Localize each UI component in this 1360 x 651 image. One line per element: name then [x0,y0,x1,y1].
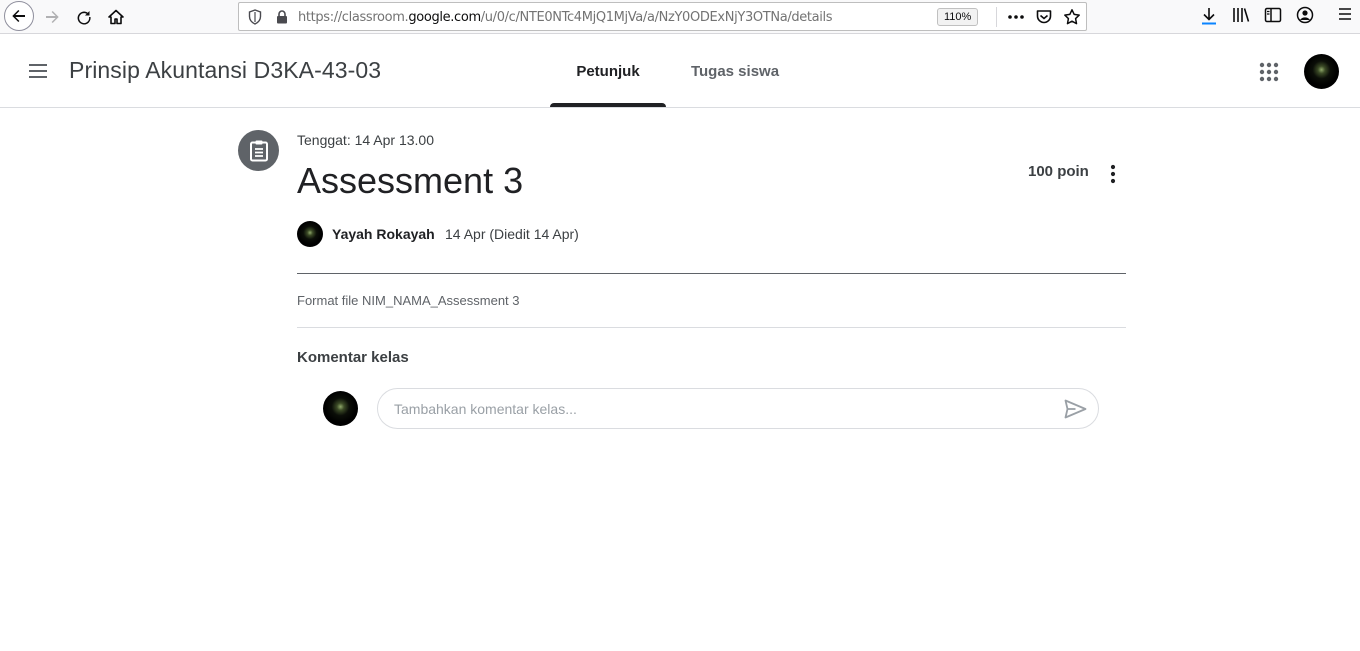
home-button[interactable] [102,3,130,31]
send-comment-button[interactable] [1062,397,1088,421]
more-vert-icon [1110,164,1116,184]
assignment-icon [249,140,268,161]
zoom-badge[interactable]: 110% [937,8,979,26]
reload-icon [77,11,91,25]
lock-icon[interactable] [275,9,289,25]
tab-student-work-label: Tugas siswa [690,62,780,80]
hamburger-menu-icon [29,64,47,78]
commenter-avatar [323,391,358,426]
sidebar-icon[interactable] [1264,6,1282,24]
points-value: 100 poin [1028,163,1089,180]
author-avatar [297,221,323,247]
more-options-button[interactable] [1100,161,1126,187]
browser-menu-icon[interactable] [1337,6,1353,22]
apps-grid-icon [1259,62,1279,82]
back-button[interactable] [4,1,34,31]
author-name: Yayah Rokayah [332,226,435,242]
main-menu-button[interactable] [22,55,54,87]
due-date: Tenggat: 14 Apr 13.00 [297,132,434,148]
page-actions-icon[interactable] [1006,7,1026,27]
url-prefix: https://classroom. [298,10,409,25]
tab-instructions-label: Petunjuk [576,62,640,80]
forward-button[interactable] [38,3,66,31]
library-icon[interactable] [1232,6,1250,24]
url-text[interactable]: https://classroom.google.com/u/0/c/NTE0N… [298,10,833,25]
arrow-left-icon [12,10,25,22]
account-icon[interactable] [1296,6,1314,24]
reload-button[interactable] [70,3,98,31]
address-bar[interactable]: https://classroom.google.com/u/0/c/NTE0N… [238,2,1087,31]
google-apps-button[interactable] [1253,56,1285,88]
assignment-type-badge [238,130,279,171]
account-avatar[interactable] [1304,54,1339,89]
url-domain: google.com [408,10,481,25]
url-path: /u/0/c/NTE0NTc4MjQ1MjVa/a/NzY0ODExNjY3OT… [480,10,833,25]
post-date: 14 Apr (Diedit 14 Apr) [445,226,579,242]
bookmark-star-icon[interactable] [1063,8,1081,26]
content-divider [297,327,1126,328]
tab-student-work[interactable]: Tugas siswa [676,35,794,107]
pocket-icon[interactable] [1035,8,1053,26]
home-icon [108,9,124,25]
assignment-title: Assessment 3 [297,160,524,201]
class-comments-heading: Komentar kelas [297,349,409,366]
classroom-header: Prinsip Akuntansi D3KA-43-03 Petunjuk Tu… [0,35,1360,108]
tab-instructions[interactable]: Petunjuk [550,35,666,107]
send-icon [1064,399,1086,419]
class-title[interactable]: Prinsip Akuntansi D3KA-43-03 [69,57,381,84]
comment-box[interactable] [377,388,1099,429]
header-divider [297,273,1126,274]
comment-input[interactable] [394,398,1034,419]
arrow-right-icon [46,11,59,23]
browser-toolbar: https://classroom.google.com/u/0/c/NTE0N… [0,0,1360,34]
assignment-description: Format file NIM_NAMA_Assessment 3 [297,293,520,308]
tracking-shield-icon[interactable] [247,9,263,25]
downloads-icon[interactable] [1200,6,1218,26]
address-bar-divider [996,7,997,27]
